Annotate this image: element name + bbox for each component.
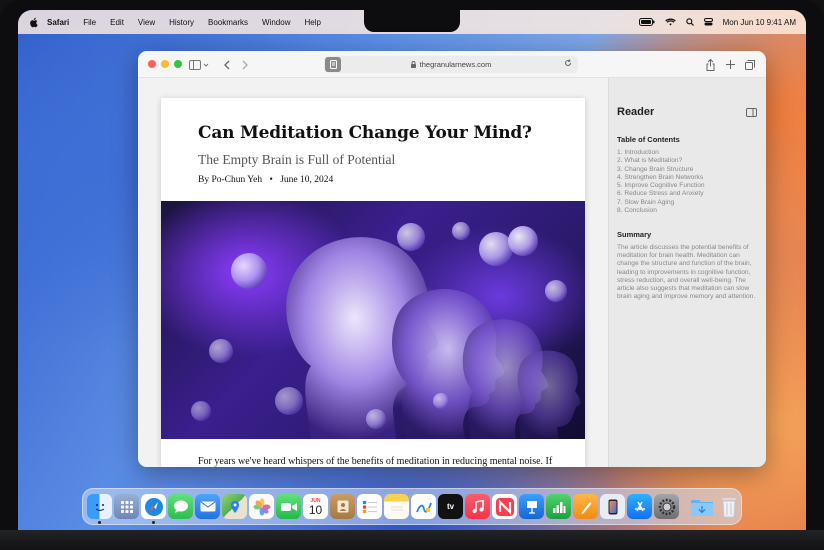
forward-button[interactable] xyxy=(240,57,250,72)
freeform-icon[interactable] xyxy=(411,494,436,519)
photos-icon[interactable] xyxy=(249,494,274,519)
toc-item[interactable]: 4. Strengthen Brain Networks xyxy=(617,174,705,182)
reader-mode-button[interactable] xyxy=(325,57,341,72)
wifi-icon[interactable] xyxy=(664,18,676,26)
back-button[interactable] xyxy=(222,57,232,72)
toc-item[interactable]: 5. Improve Cognitive Function xyxy=(617,182,705,190)
keynote-icon[interactable] xyxy=(519,494,544,519)
toc-item[interactable]: 3. Change Brain Structure xyxy=(617,166,705,174)
reader-sidebar: Reader Table of Contents 1. Introduction… xyxy=(608,78,766,467)
article-byline: By Po-Chun Yeh • June 10, 2024 xyxy=(198,175,333,185)
reminders-icon[interactable] xyxy=(357,494,382,519)
spotlight-search-icon[interactable] xyxy=(685,18,694,26)
apple-tv-icon[interactable]: tv xyxy=(438,494,463,519)
menu-window[interactable]: Window xyxy=(255,18,297,27)
pages-icon[interactable] xyxy=(573,494,598,519)
app-store-icon[interactable] xyxy=(627,494,652,519)
reload-icon[interactable] xyxy=(564,59,572,67)
control-center-icon[interactable] xyxy=(703,18,713,26)
battery-icon[interactable] xyxy=(638,18,655,26)
facetime-icon[interactable] xyxy=(276,494,301,519)
close-window-button[interactable] xyxy=(148,60,156,68)
notes-icon[interactable] xyxy=(384,494,409,519)
tab-overview-button[interactable] xyxy=(744,57,756,72)
dock: JUN 10 tv xyxy=(82,488,742,525)
article-subtitle: The Empty Brain is Full of Potential xyxy=(198,152,396,167)
menu-bookmarks[interactable]: Bookmarks xyxy=(201,18,255,27)
article-card: Can Meditation Change Your Mind? The Emp… xyxy=(161,98,585,467)
contacts-icon[interactable] xyxy=(330,494,355,519)
new-tab-button[interactable] xyxy=(724,57,736,72)
safari-icon[interactable] xyxy=(141,494,166,524)
share-button[interactable] xyxy=(704,57,716,72)
safari-window: thegranularnews.com Can Meditation Chang… xyxy=(138,51,766,467)
menu-edit[interactable]: Edit xyxy=(103,18,131,27)
running-indicator xyxy=(152,521,155,524)
toc-item[interactable]: 8. Conclusion xyxy=(617,207,705,215)
apple-menu-icon[interactable] xyxy=(26,17,40,28)
toc-title: Table of Contents xyxy=(617,135,680,144)
toc-item[interactable]: 2. What is Meditation? xyxy=(617,157,705,165)
menu-history[interactable]: History xyxy=(162,18,201,27)
numbers-icon[interactable] xyxy=(546,494,571,519)
byline-separator: • xyxy=(269,175,273,185)
running-indicator xyxy=(98,521,101,524)
zoom-window-button[interactable] xyxy=(174,60,182,68)
finder-icon[interactable] xyxy=(87,494,112,524)
laptop-hinge xyxy=(0,530,824,550)
browser-toolbar: thegranularnews.com xyxy=(138,51,766,78)
downloads-folder-icon[interactable] xyxy=(689,494,714,519)
sidebar-toggle-button[interactable] xyxy=(188,57,210,72)
article-title: Can Meditation Change Your Mind? xyxy=(198,123,532,143)
sidebar-panel-icon[interactable] xyxy=(746,108,757,117)
mail-icon[interactable] xyxy=(195,494,220,519)
menu-file[interactable]: File xyxy=(76,18,103,27)
menu-help[interactable]: Help xyxy=(297,18,327,27)
url-text: thegranularnews.com xyxy=(419,60,492,69)
desktop-screen: Safari File Edit View History Bookmarks … xyxy=(18,10,806,530)
calendar-day: 10 xyxy=(308,502,323,517)
summary-title: Summary xyxy=(617,230,652,239)
messages-icon[interactable] xyxy=(168,494,193,519)
minimize-window-button[interactable] xyxy=(161,60,169,68)
calendar-icon[interactable]: JUN 10 xyxy=(303,494,328,519)
summary-text: The article discusses the potential bene… xyxy=(617,244,756,301)
news-icon[interactable] xyxy=(492,494,517,519)
iphone-mirroring-icon[interactable] xyxy=(600,494,625,519)
toc-item[interactable]: 7. Slow Brain Aging xyxy=(617,199,705,207)
menu-bar-extras: Mon Jun 10 9:41 AM xyxy=(638,10,796,34)
launchpad-icon[interactable] xyxy=(114,494,139,519)
toc-list: 1. Introduction 2. What is Meditation? 3… xyxy=(617,149,705,215)
toc-item[interactable]: 6. Reduce Stress and Anxiety xyxy=(617,190,705,198)
camera-notch xyxy=(364,10,460,32)
article-author: By Po-Chun Yeh xyxy=(198,175,263,185)
address-bar[interactable]: thegranularnews.com xyxy=(324,56,578,73)
window-controls xyxy=(148,60,182,68)
maps-icon[interactable] xyxy=(222,494,247,519)
article-hero-image xyxy=(161,201,585,439)
menu-bar-clock[interactable]: Mon Jun 10 9:41 AM xyxy=(723,18,796,27)
lock-icon xyxy=(410,61,416,68)
trash-icon[interactable] xyxy=(716,494,741,519)
article-date: June 10, 2024 xyxy=(280,175,334,185)
toc-item[interactable]: 1. Introduction xyxy=(617,149,705,157)
article-body: For years we've heard whispers of the be… xyxy=(198,456,553,467)
reader-title: Reader xyxy=(617,106,655,118)
system-settings-icon[interactable] xyxy=(654,494,679,519)
music-icon[interactable] xyxy=(465,494,490,519)
menu-app-name[interactable]: Safari xyxy=(40,18,76,27)
menu-view[interactable]: View xyxy=(131,18,162,27)
